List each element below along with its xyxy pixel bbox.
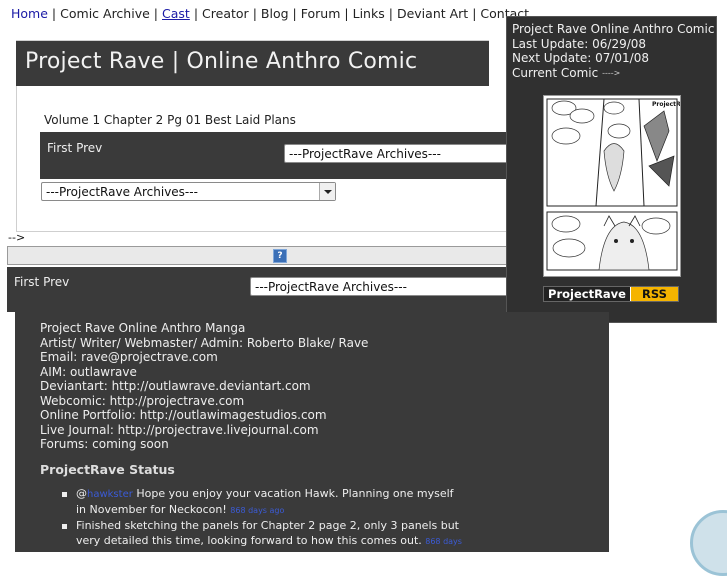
nav-deviant-art-link[interactable]: Deviant Art [397,6,468,21]
archives-select-bottom[interactable]: ---ProjectRave Archives--- [250,277,542,296]
svg-text:ProjectRAVE: ProjectRAVE [652,101,680,108]
last-update-text: Last Update: 06/29/08 [512,36,647,51]
archives-select-value: ---ProjectRave Archives--- [255,280,407,294]
archives-select-value: ---ProjectRave Archives--- [46,185,198,199]
comic-nav-bar-bottom: First Prev ---ProjectRave Archives--- [7,267,545,312]
rss-badge-brand: ProjectRave [544,287,630,301]
nav-creator-link[interactable]: Creator [202,6,249,21]
status-prefix: @ [76,487,87,500]
current-comic-thumbnail[interactable]: ProjectRAVE [543,95,694,277]
nav-home-link[interactable]: Home [11,6,48,21]
status-list: @hawkster Hope you enjoy your vacation H… [62,487,462,550]
nav-separator: | [472,6,477,21]
archives-select-secondary[interactable]: ---ProjectRave Archives--- [41,182,336,201]
comic-nav-bar-top: First Prev ---ProjectRave Archives--- [40,132,585,179]
nav-separator: | [344,6,349,21]
plugin-bar [7,246,513,265]
corner-decoration [690,510,727,576]
about-line: Live Journal: http://projectrave.livejou… [40,422,319,437]
stray-arrow-text: --> [8,231,26,244]
nav-comic-archive-link[interactable]: Comic Archive [60,6,150,21]
about-line: Email: rave@projectrave.com [40,350,218,364]
nav-separator: | [193,6,199,21]
about-line: Artist/ Writer/ Webmaster/ Admin: Robert… [40,335,369,350]
about-line: Deviantart: http://outlawrave.deviantart… [40,379,311,393]
site-title: Project Rave | Online Anthro Comic [25,49,418,74]
comic-page-caption: Volume 1 Chapter 2 Pg 01 Best Laid Plans [44,113,296,127]
status-mention-link[interactable]: hawkster [87,489,133,500]
about-line: Webcomic: http://projectrave.com [40,393,245,408]
nav-cast-link[interactable]: Cast [162,6,190,21]
about-line: AIM: outlawrave [40,364,137,379]
site-header: Project Rave | Online Anthro Comic [16,40,489,87]
about-line: Project Rave Online Anthro Manga [40,321,246,335]
nav-separator: | [153,6,159,21]
next-update-text: Next Update: 07/01/08 [512,51,649,65]
status-time-link[interactable]: 868 days [425,537,462,546]
status-text: Finished sketching the panels for Chapte… [76,519,459,547]
sidebar-site-line: Project Rave Online Anthro Comic [512,22,715,36]
nav-links-link[interactable]: Links [353,6,385,21]
nav-separator: | [51,6,57,21]
archives-select-value: ---ProjectRave Archives--- [289,147,441,161]
first-prev-links[interactable]: First Prev [14,275,69,289]
status-time-link[interactable]: 868 days ago [230,506,284,515]
about-line: Forums: coming soon [40,437,169,451]
rss-badge-label: RSS [631,287,678,301]
nav-separator: | [252,6,257,21]
sidebar-info: Project Rave Online Anthro Comic Last Up… [512,22,714,80]
current-comic-label: Current Comic ----> [512,66,714,81]
comic-thumbnail-art: ProjectRAVE [546,98,694,271]
rss-badge[interactable]: ProjectRave RSS [543,286,679,302]
top-navigation: Home | Comic Archive | Cast | Creator | Blog | For… [11,6,529,21]
status-heading: ProjectRave Status [40,462,175,477]
about-line: Online Portfolio: http://outlawimagestud… [40,408,327,422]
about-info: Project Rave Online Anthro Manga Artist/… [40,321,368,452]
status-item: @hawkster Hope you enjoy your vacation H… [62,487,462,518]
nav-separator: | [292,6,297,21]
nav-separator: | [388,6,393,21]
current-comic-arrow: ----> [602,67,621,77]
first-prev-links[interactable]: First Prev [47,141,102,155]
current-comic-text: Current Comic [512,65,599,80]
nav-forum-link[interactable]: Forum [301,6,341,21]
nav-blog-link[interactable]: Blog [261,6,289,21]
chevron-down-icon [319,183,335,200]
help-icon[interactable]: ? [273,249,287,263]
